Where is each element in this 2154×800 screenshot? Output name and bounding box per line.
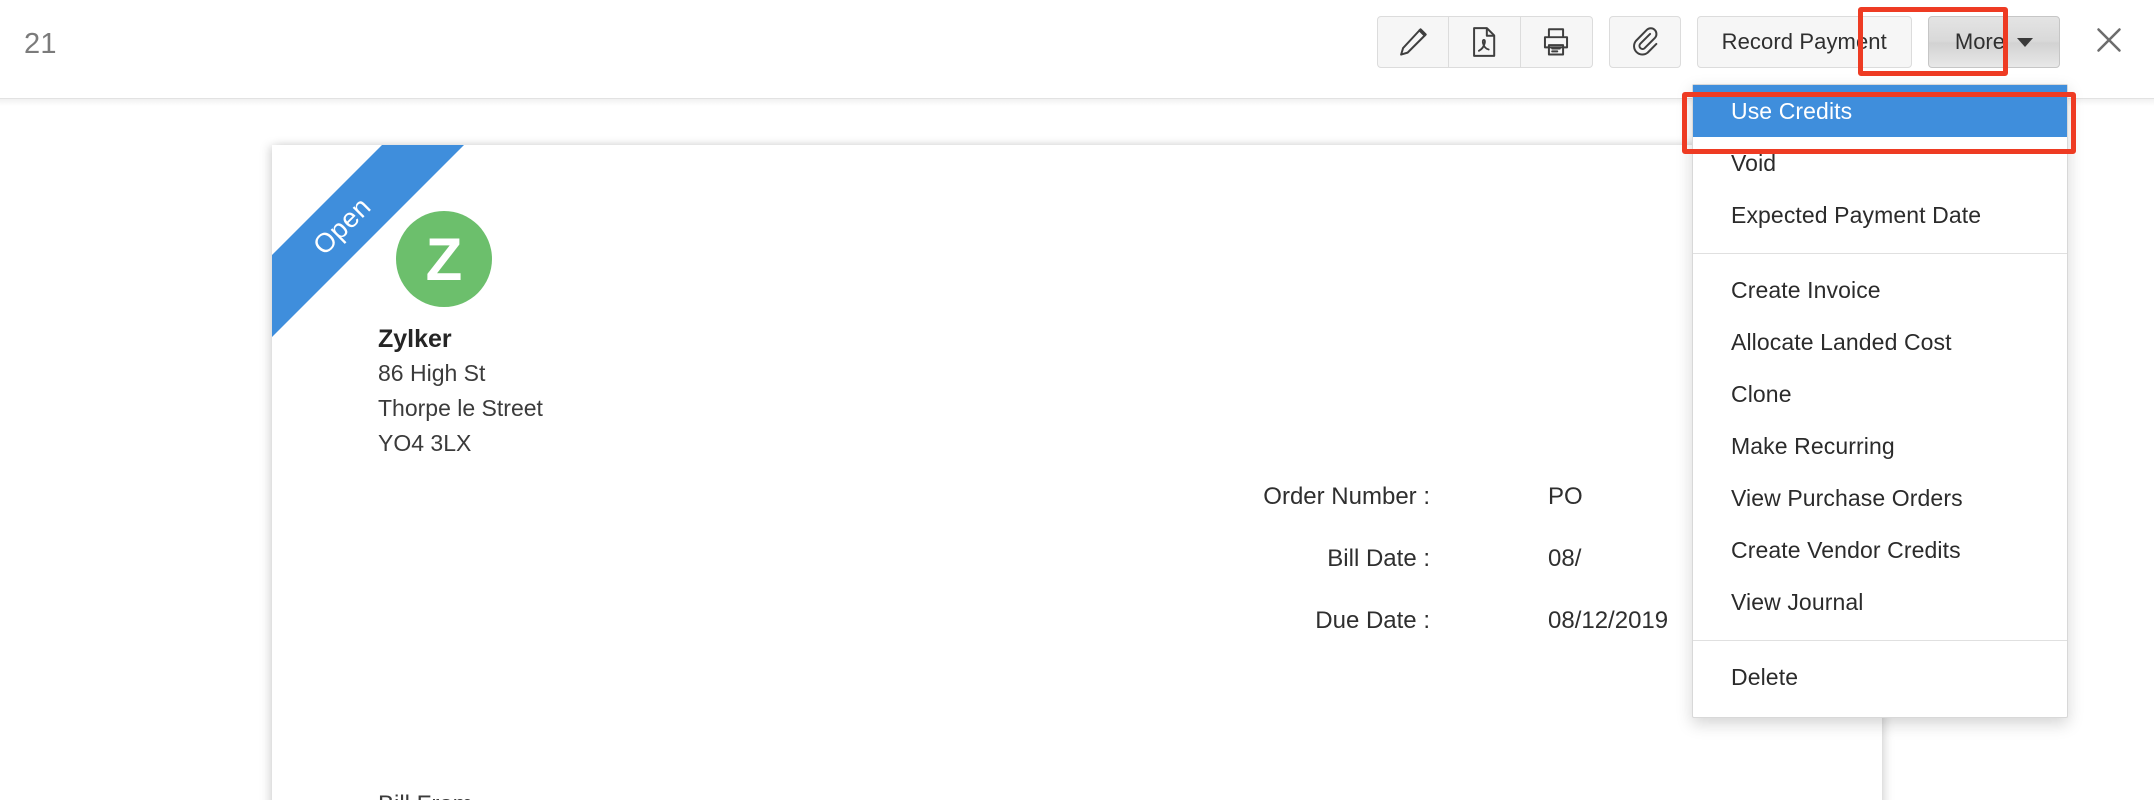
paperclip-icon: [1628, 25, 1662, 59]
close-icon: [2091, 22, 2127, 63]
due-date-label: Due Date :: [1315, 607, 1430, 634]
vendor-block: Z Zylker 86 High St Thorpe le Street YO4…: [378, 211, 798, 459]
attachment-button[interactable]: [1608, 16, 1681, 68]
menu-item-create-invoice[interactable]: Create Invoice: [1693, 264, 2067, 316]
attachment-button-group: [1608, 16, 1681, 68]
menu-bottom-padding: [1693, 703, 2067, 717]
close-button[interactable]: [2086, 16, 2132, 68]
document-action-button-group: [1376, 16, 1593, 68]
vendor-name: Zylker: [378, 325, 452, 353]
edit-button[interactable]: [1376, 16, 1449, 68]
print-button[interactable]: [1520, 16, 1593, 68]
menu-separator: [1693, 253, 2067, 254]
edit-icon: [1396, 25, 1430, 59]
more-label: More: [1954, 29, 2005, 54]
record-payment-label: Record Payment: [1721, 29, 1887, 54]
more-button-wrap: More: [1927, 16, 2060, 68]
menu-item-expected-payment-date[interactable]: Expected Payment Date: [1693, 189, 2067, 241]
toolbar: Record Payment More: [1361, 16, 2132, 82]
chevron-down-icon: [2017, 37, 2033, 47]
due-date-value: 08/12/2019: [1548, 607, 1669, 634]
menu-item-view-journal[interactable]: View Journal: [1693, 576, 2067, 628]
pdf-icon: [1467, 25, 1501, 59]
order-number-label: Order Number :: [1263, 483, 1430, 510]
menu-item-create-vendor-credits[interactable]: Create Vendor Credits: [1693, 524, 2067, 576]
menu-item-view-purchase-orders[interactable]: View Purchase Orders: [1693, 472, 2067, 524]
more-button[interactable]: More: [1927, 16, 2060, 68]
menu-separator: [1693, 640, 2067, 641]
menu-item-delete[interactable]: Delete: [1693, 651, 2067, 703]
menu-item-void[interactable]: Void: [1693, 137, 2067, 189]
bill-date-value: 08/: [1548, 545, 1582, 572]
more-dropdown-menu: Use Credits Void Expected Payment Date C…: [1692, 84, 2068, 718]
order-number-value: PO: [1548, 483, 1583, 510]
print-icon: [1539, 25, 1573, 59]
menu-item-use-credits[interactable]: Use Credits: [1693, 85, 2067, 137]
vendor-avatar: Z: [396, 211, 492, 307]
bill-from-label: Bill From: [378, 791, 473, 800]
menu-item-allocate-landed-cost[interactable]: Allocate Landed Cost: [1693, 316, 2067, 368]
bill-detail-screen: 21 Record Payment More Open Z Zylker 86 …: [0, 0, 2154, 800]
pdf-button[interactable]: [1448, 16, 1521, 68]
record-number: 21: [24, 28, 57, 60]
bill-date-label: Bill Date :: [1327, 545, 1430, 572]
menu-item-clone[interactable]: Clone: [1693, 368, 2067, 420]
menu-item-make-recurring[interactable]: Make Recurring: [1693, 420, 2067, 472]
record-payment-button[interactable]: Record Payment: [1696, 16, 1912, 68]
vendor-address-line-3: YO4 3LX: [378, 430, 472, 456]
bill-document-page: Open Z Zylker 86 High St Thorpe le Stree…: [272, 145, 1882, 800]
record-payment-button-group: Record Payment: [1696, 16, 1912, 68]
vendor-address-line-2: Thorpe le Street: [378, 395, 543, 421]
vendor-address-line-1: 86 High St: [378, 360, 486, 386]
